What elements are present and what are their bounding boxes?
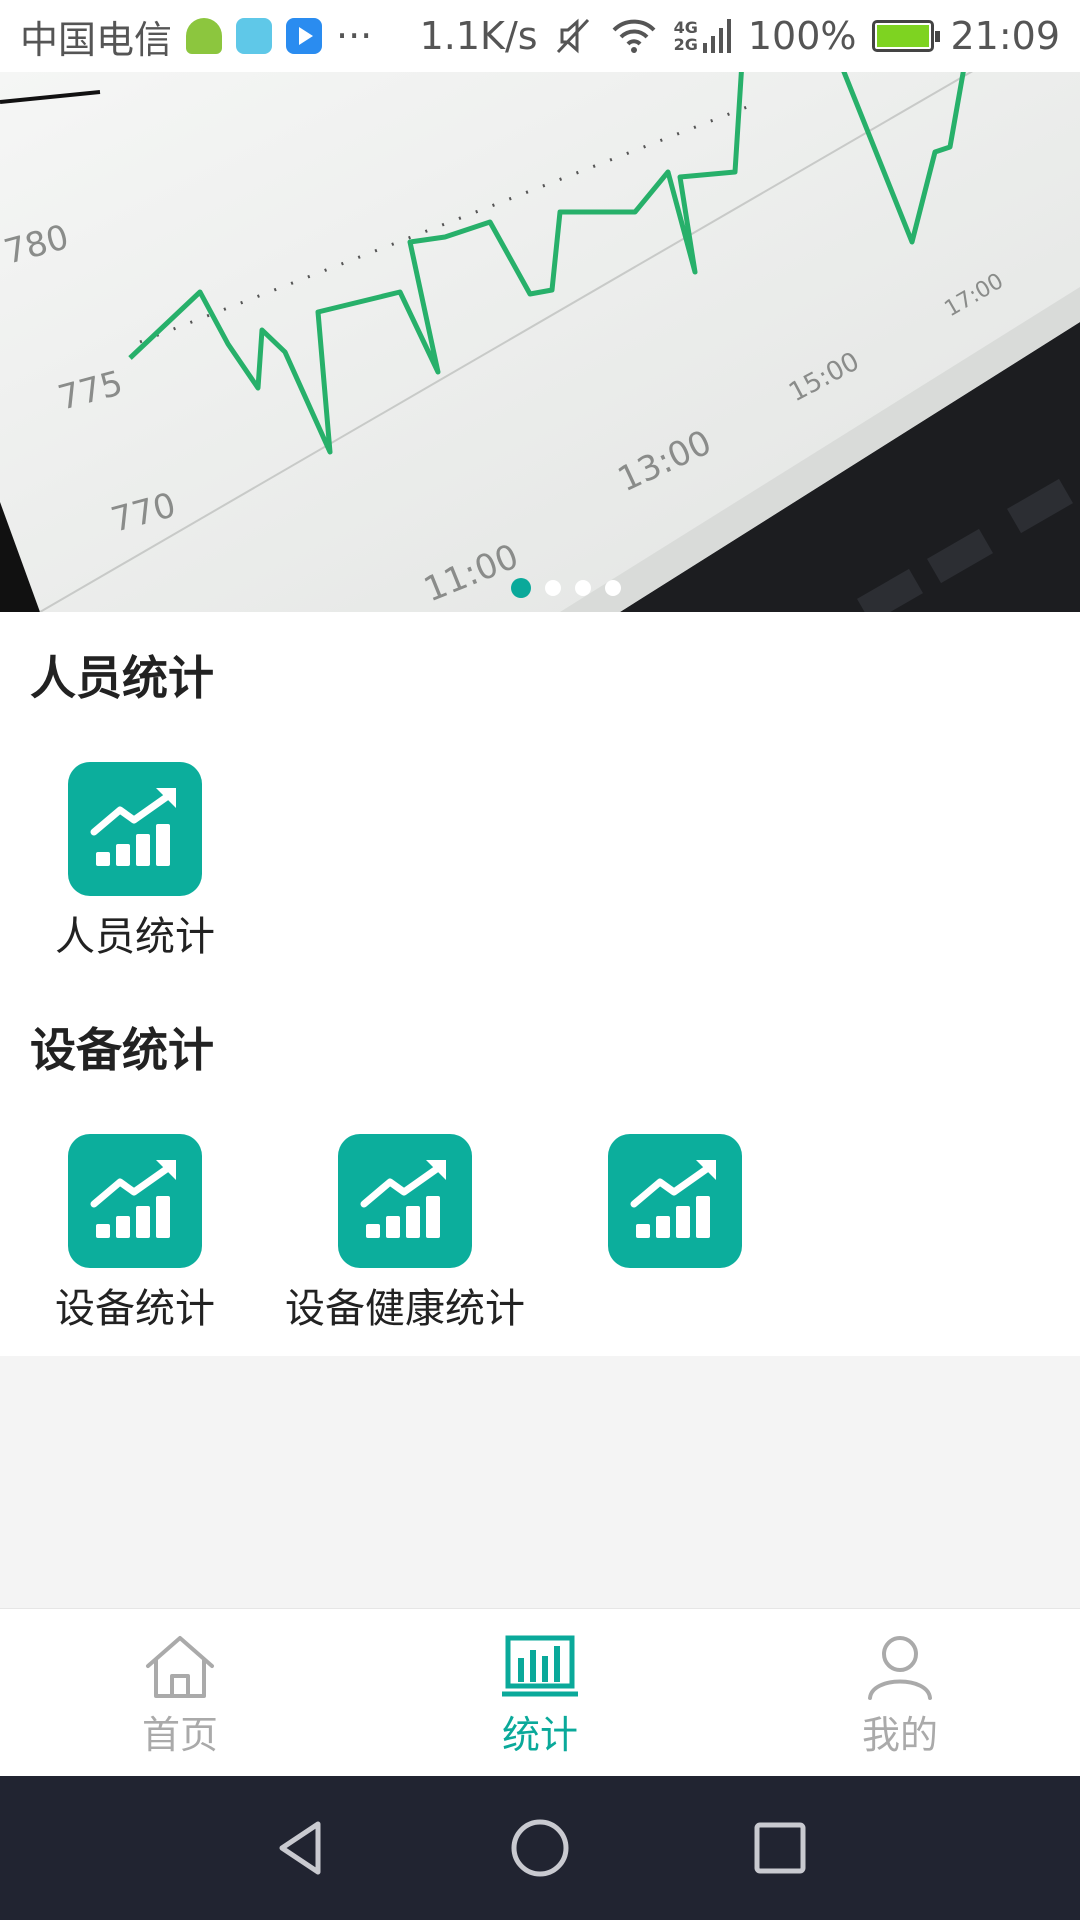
system-navigation-bar (0, 1776, 1080, 1920)
mute-icon (556, 18, 589, 54)
bar-chart-trend-icon (338, 1134, 472, 1268)
battery-percent: 100% (747, 14, 857, 58)
battery-charging-icon (872, 20, 941, 52)
bottom-tab-bar: 首页 统计 我的 (0, 1608, 1080, 1776)
network-type-top: 4G (673, 18, 698, 37)
banner-carousel[interactable]: 780 775 770 11:00 13:00 15:00 17:00 (0, 72, 1080, 612)
section-title-equipment: 设备统计 (30, 1023, 214, 1077)
carousel-dot[interactable] (545, 580, 561, 596)
tile-unlabeled-statistics[interactable] (540, 1134, 810, 1276)
statistics-icon (502, 1635, 578, 1697)
tile-equipment-health-statistics[interactable]: 设备健康统计 (270, 1134, 540, 1334)
banner-image: 780 775 770 11:00 13:00 15:00 17:00 (0, 72, 1080, 612)
statistics-menu: 人员统计 人员统计 设备统计 设备统计 设备健康统计 (0, 612, 1080, 1356)
signal-icon (702, 19, 731, 53)
tab-home-label: 首页 (141, 1713, 218, 1757)
home-button-icon[interactable] (510, 1818, 570, 1878)
back-icon[interactable] (270, 1818, 330, 1878)
home-icon (146, 1636, 214, 1698)
net-speed: 1.1K/s (419, 14, 538, 58)
tile-label: 设备健康统计 (285, 1286, 525, 1332)
android-icon (186, 18, 223, 54)
bar-chart-trend-icon (68, 1134, 202, 1268)
tile-personnel-statistics[interactable]: 人员统计 (0, 762, 270, 962)
tab-mine-label: 我的 (861, 1713, 938, 1757)
section-title-personnel: 人员统计 (30, 651, 214, 705)
network-type-bottom: 2G (673, 35, 698, 54)
tab-statistics-label: 统计 (501, 1713, 578, 1757)
recents-icon[interactable] (750, 1818, 810, 1878)
status-bar: 中国电信 ··· 1.1K/s 4G 2G 100% 21:09 (0, 0, 1080, 72)
tile-label: 设备统计 (55, 1286, 215, 1332)
bar-chart-trend-icon (68, 762, 202, 896)
robot-app-icon (236, 18, 273, 54)
tile-equipment-statistics[interactable]: 设备统计 (0, 1134, 270, 1334)
carousel-dot-active[interactable] (511, 578, 531, 598)
tile-label: 人员统计 (55, 914, 215, 960)
tab-home[interactable]: 首页 (0, 1609, 360, 1776)
video-play-icon (286, 18, 323, 54)
overflow-icon: ··· (336, 14, 373, 58)
carousel-dot[interactable] (575, 580, 591, 596)
wifi-icon (612, 19, 656, 53)
tab-mine[interactable]: 我的 (720, 1609, 1080, 1776)
clock: 21:09 (950, 14, 1060, 58)
carousel-indicator (0, 578, 1080, 598)
bar-chart-trend-icon (608, 1134, 742, 1268)
network-type: 4G 2G (674, 17, 732, 55)
user-icon (868, 1636, 932, 1700)
carousel-dot[interactable] (605, 580, 621, 596)
carrier-label: 中国电信 (20, 17, 173, 62)
tab-statistics[interactable]: 统计 (360, 1609, 720, 1776)
